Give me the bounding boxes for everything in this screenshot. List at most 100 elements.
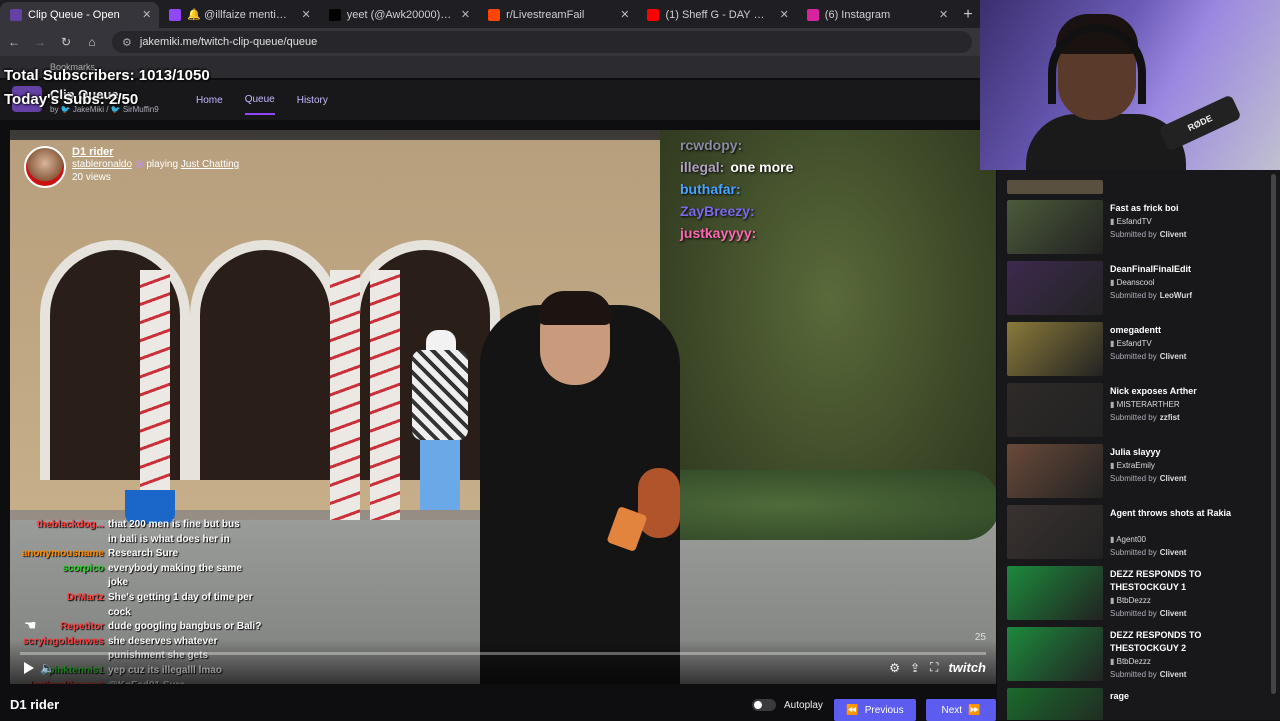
tab-close-icon[interactable]: ✕ <box>780 2 789 28</box>
play-icon[interactable] <box>24 662 34 674</box>
browser-tab[interactable]: (6) Instagram ✕ <box>797 2 956 28</box>
chat-username: justkayyyy: <box>680 225 757 241</box>
queue-thumbnail[interactable] <box>1007 200 1103 254</box>
queue-item[interactable]: Nick exposes Arther ▮ MISTERARTHER Submitt… <box>1007 383 1267 439</box>
stream-chat-overlay: rcwdopy: illegal: one more buthafar: ZayBree… <box>680 134 793 244</box>
browser-tab[interactable]: yeet (@Awk20000) / X ✕ <box>319 2 478 28</box>
broadcaster-avatar[interactable] <box>24 146 66 188</box>
browser-tab[interactable]: r/LivestreamFail ✕ <box>478 2 637 28</box>
tab-close-icon[interactable]: ✕ <box>461 2 470 28</box>
queue-item[interactable]: Julia slayyy ▮ ExtraEmily Submitted by Cliv… <box>1007 444 1267 500</box>
tab-favicon-icon <box>806 9 819 21</box>
queue-item-title: Nick exposes Arther <box>1110 386 1197 396</box>
tab-close-icon[interactable]: ✕ <box>302 2 311 28</box>
submitted-by-label: Submitted by <box>1110 291 1157 300</box>
tab-close-icon[interactable]: ✕ <box>620 2 629 28</box>
clip-game[interactable]: Just Chatting <box>181 159 239 170</box>
video-player[interactable]: D1 rider stableronaldo ◎ playing Just Ch… <box>10 130 996 684</box>
tab-favicon-icon <box>647 9 660 21</box>
back-icon[interactable]: ← <box>2 35 26 49</box>
queue-item[interactable]: omegadentt ▮ EsfandTV Submitted by Clivent <box>1007 322 1267 378</box>
submitted-by-label: Submitted by <box>1110 474 1157 483</box>
previous-button[interactable]: ⏪ Previous <box>834 699 916 721</box>
chat-message: in bali is what does her in <box>10 533 280 548</box>
queue-thumbnail[interactable] <box>1007 444 1103 498</box>
tab-label: yeet (@Awk20000) / X <box>346 9 457 21</box>
tab-label: r/LivestreamFail <box>506 9 585 21</box>
channel-name: MISTERARTHER <box>1116 400 1180 409</box>
queue-thumbnail[interactable] <box>1007 566 1103 620</box>
browser-tab-bar: Clip Queue - Open ✕ 🔔 @illfaize mentioned … <box>0 0 980 28</box>
autoplay-toggle[interactable] <box>752 699 776 711</box>
submitted-by-label: Submitted by <box>1110 670 1157 679</box>
forward-icon[interactable]: → <box>28 35 52 49</box>
video-walker <box>406 330 472 540</box>
queue-thumbnail[interactable] <box>1007 688 1103 720</box>
queue-thumbnail[interactable] <box>1007 627 1103 681</box>
nav-history[interactable]: History <box>297 87 328 114</box>
queue-item-channel: ▮ EsfandTV <box>1110 339 1152 348</box>
queue-item-submitter: Submitted by Clivent <box>1110 474 1186 483</box>
browser-tab[interactable]: Clip Queue - Open ✕ <box>0 2 160 28</box>
submitter-name: Clivent <box>1159 474 1187 483</box>
channel-icon: ▮ <box>1110 278 1117 287</box>
queue-item-submitter: Submitted by Clivent <box>1110 548 1186 557</box>
nav-queue[interactable]: Queue <box>244 86 275 115</box>
share-icon[interactable]: ⇪ <box>910 661 920 675</box>
channel-name: ExtraEmily <box>1116 461 1155 470</box>
tab-favicon-icon <box>10 9 22 21</box>
footer-clip-title: D1 rider <box>10 697 60 712</box>
video-basketball <box>638 468 680 538</box>
channel-icon: ▮ <box>1110 217 1117 226</box>
submitter-name: Clivent <box>1159 670 1187 679</box>
settings-icon[interactable]: ⚙ <box>889 661 900 675</box>
queue-thumbnail[interactable] <box>1007 322 1103 376</box>
autoplay-control[interactable]: Autoplay <box>752 699 823 711</box>
reload-icon[interactable]: ↻ <box>54 35 78 49</box>
tab-favicon-icon <box>488 9 501 21</box>
url-text: jakemiki.me/twitch-clip-queue/queue <box>139 36 318 48</box>
total-subscribers: Total Subscribers: 1013/1050 <box>4 67 210 84</box>
fullscreen-icon[interactable]: ⛶ <box>930 660 938 675</box>
clip-title[interactable]: D1 rider <box>72 146 114 158</box>
home-icon[interactable]: ⌂ <box>80 35 104 49</box>
new-tab-icon[interactable]: + <box>956 2 980 28</box>
rewind-icon: ⏪ <box>846 704 859 716</box>
volume-icon[interactable]: 🔈 <box>40 661 55 675</box>
queue-item[interactable]: Agent throws shots at Rakia ▮ Agent00 Subm… <box>1007 505 1267 561</box>
queue-item-title: Julia slayyy <box>1110 447 1161 457</box>
browser-tab[interactable]: (1) Sheff G - DAY N NITE Freest✕ <box>637 2 797 28</box>
chat-text: Research Sure <box>108 548 179 560</box>
player-controls: 25 🔈 ⚙ ⇪ ⛶ twitch <box>10 632 996 684</box>
autoplay-label: Autoplay <box>784 699 823 711</box>
tab-close-icon[interactable]: ✕ <box>939 2 948 28</box>
browser-tab[interactable]: 🔔 @illfaize mentioned you ✕ <box>159 2 319 28</box>
chat-message: anonymousname Research Sure <box>10 547 280 562</box>
queue-item[interactable]: DeanFinalFinalEdit ▮ Deanscool Submitted b… <box>1007 261 1267 317</box>
queue-item-title: DeanFinalFinalEdit <box>1110 264 1192 274</box>
queue-item[interactable]: DEZZ RESPONDS TO THESTOCKGUY 1 ▮ BtbDezzz… <box>1007 566 1267 622</box>
chat-message: cock <box>10 606 280 621</box>
next-button[interactable]: Next ⏩ <box>926 699 996 721</box>
tab-close-icon[interactable]: ✕ <box>142 2 151 28</box>
chat-message: buthafar: <box>680 178 793 200</box>
submitter-name: Clivent <box>1159 609 1187 618</box>
progress-bar[interactable] <box>20 652 986 655</box>
fast-forward-icon: ⏩ <box>968 704 981 716</box>
queue-thumbnail[interactable] <box>1007 383 1103 437</box>
player-time: 25 <box>974 632 986 643</box>
queue-item[interactable]: Fast as frick boi ▮ EsfandTV Submitted by C… <box>1007 200 1267 256</box>
today-subs: Today's Subs: 2/50 <box>4 91 139 108</box>
queue-thumbnail-partial[interactable] <box>1007 180 1103 194</box>
tab-favicon-icon <box>328 9 341 21</box>
twitch-logo[interactable]: twitch <box>948 660 986 675</box>
url-field[interactable]: ⚙ jakemiki.me/twitch-clip-queue/queue <box>112 31 972 53</box>
queue-thumbnail[interactable] <box>1007 505 1103 559</box>
sidebar-scrollbar[interactable] <box>1271 174 1276 694</box>
submitted-by-label: Submitted by <box>1110 352 1157 361</box>
clip-channel[interactable]: stableronaldo <box>72 159 132 170</box>
queue-thumbnail[interactable] <box>1007 261 1103 315</box>
site-info-icon[interactable]: ⚙ <box>122 36 132 49</box>
queue-item[interactable]: DEZZ RESPONDS TO THESTOCKGUY 2 ▮ BtbDezzz… <box>1007 627 1267 683</box>
queue-item[interactable]: rage <box>1007 688 1267 720</box>
